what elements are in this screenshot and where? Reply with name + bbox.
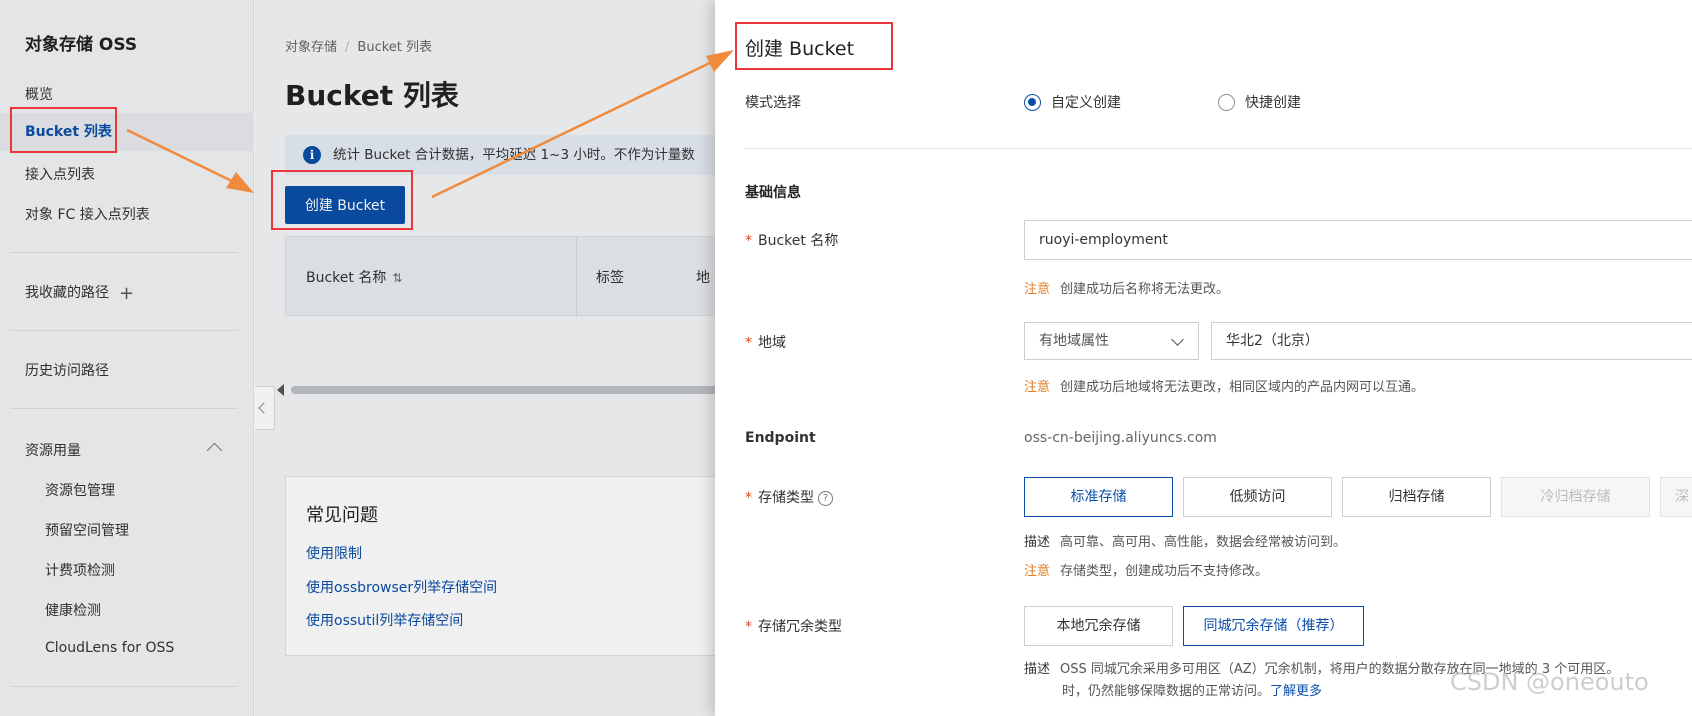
chevron-up-icon[interactable] <box>206 442 223 459</box>
redundancy-desc-line: 描述 OSS 同城冗余采用多可用区（AZ）冗余机制，将用户的数据分散存放在同一地域… <box>1024 659 1692 681</box>
collapse-sidebar-button[interactable] <box>255 386 275 430</box>
desc-tag: 描述 <box>1024 535 1051 550</box>
sort-icon[interactable]: ⇅ <box>392 271 402 285</box>
section-divider <box>745 148 1692 149</box>
column-header-name[interactable]: Bucket 名称 ⇅ <box>306 267 402 287</box>
radio-custom-create[interactable]: 自定义创建 <box>1024 92 1121 112</box>
endpoint-label: Endpoint <box>745 430 816 446</box>
sidebar-group-resources[interactable]: 资源用量 <box>25 440 81 460</box>
region-label: * 地域 <box>745 335 786 351</box>
radio-quick-create[interactable]: 快捷创建 <box>1218 92 1301 112</box>
sidebar-divider <box>10 330 238 331</box>
sidebar-item-access-points[interactable]: 接入点列表 <box>25 164 95 184</box>
chevron-down-icon <box>1171 333 1184 346</box>
redundancy-label: * 存储冗余类型 <box>745 619 842 635</box>
sidebar-item-fc-access-points[interactable]: 对象 FC 接入点列表 <box>25 204 150 224</box>
favorites-label: 我收藏的路径 <box>25 285 109 301</box>
main-content: 对象存储 / Bucket 列表 Bucket 列表 i 统计 Bucket 合计数… <box>255 0 715 716</box>
info-icon: i <box>303 146 321 164</box>
plus-icon[interactable]: + <box>119 283 134 304</box>
note-tag: 注意 <box>1024 380 1051 395</box>
storage-class-note: 注意 存储类型，创建成功后不支持修改。 <box>1024 560 1268 579</box>
note-text: 创建成功后名称将无法更改。 <box>1060 282 1230 297</box>
note-tag: 注意 <box>1024 564 1051 579</box>
radio-label: 快捷创建 <box>1245 95 1301 111</box>
breadcrumb-separator: / <box>345 40 350 55</box>
sidebar-title: 对象存储 OSS <box>25 35 138 55</box>
column-header-label: Bucket 名称 <box>306 270 387 286</box>
faq-link[interactable]: 使用限制 <box>306 543 362 563</box>
scroll-left-icon[interactable] <box>277 384 284 396</box>
sidebar-item-favorites[interactable]: 我收藏的路径 + <box>25 282 134 304</box>
create-bucket-button[interactable]: 创建 Bucket <box>285 186 405 224</box>
faq-title: 常见问题 <box>306 505 378 526</box>
desc-text: 高可靠、高可用、高性能，数据会经常被访问到。 <box>1060 535 1347 550</box>
breadcrumb-item[interactable]: 对象存储 <box>285 40 337 55</box>
sidebar-item-cloudlens[interactable]: CloudLens for OSS <box>45 640 174 656</box>
desc-text: OSS 同城冗余采用多可用区（AZ）冗余机制，将用户的数据分散存放在同一地域的 … <box>1060 662 1620 677</box>
sidebar-item-reserved-space[interactable]: 预留空间管理 <box>45 520 129 540</box>
storage-archive-button[interactable]: 归档存储 <box>1342 477 1491 517</box>
section-title-basic: 基础信息 <box>745 185 801 201</box>
desc-tag: 描述 <box>1024 662 1051 677</box>
radio-unchecked-icon <box>1218 93 1235 111</box>
note-text: 创建成功后地域将无法更改，相同区域内的产品内网可以互通。 <box>1060 380 1425 395</box>
note-text: 存储类型，创建成功后不支持修改。 <box>1060 564 1269 579</box>
sidebar-divider <box>10 408 238 409</box>
page-title: Bucket 列表 <box>285 79 459 112</box>
column-header-region: 地 <box>696 270 710 286</box>
storage-deep-archive-button: 深 <box>1660 477 1692 517</box>
column-divider <box>576 237 577 317</box>
label-text: 地域 <box>758 335 786 351</box>
redundancy-desc: 描述 OSS 同城冗余采用多可用区（AZ）冗余机制，将用户的数据分散存放在同一地域… <box>1024 659 1692 703</box>
info-banner: i 统计 Bucket 合计数据，平均延迟 1~3 小时。不作为计量数 <box>285 135 715 175</box>
faq-link[interactable]: 使用ossbrowser列举存储空间 <box>306 577 497 597</box>
faq-panel: 常见问题 使用限制 使用ossbrowser列举存储空间 使用ossutil列举… <box>285 476 715 656</box>
select-value: 有地域属性 <box>1039 333 1109 349</box>
sidebar-item-overview[interactable]: 概览 <box>25 84 53 104</box>
drawer-title: 创建 Bucket <box>745 38 855 60</box>
note-tag: 注意 <box>1024 282 1051 297</box>
horizontal-scrollbar[interactable] <box>291 386 715 394</box>
sidebar-item-history[interactable]: 历史访问路径 <box>25 360 109 380</box>
sidebar-item-resource-packages[interactable]: 资源包管理 <box>45 480 115 500</box>
breadcrumb-item: Bucket 列表 <box>357 40 433 55</box>
desc-text: 时，仍然能够保障数据的正常访问。 <box>1062 684 1271 699</box>
learn-more-link[interactable]: 了解更多 <box>1270 684 1322 699</box>
storage-standard-button[interactable]: 标准存储 <box>1024 477 1173 517</box>
create-bucket-drawer: 创建 Bucket 模式选择 自定义创建 快捷创建 基础信息 * Bucket 名… <box>715 0 1692 716</box>
breadcrumb: 对象存储 / Bucket 列表 <box>285 36 432 55</box>
redundancy-lrs-button[interactable]: 本地冗余存储 <box>1024 606 1173 646</box>
label-text: 存储冗余类型 <box>758 619 842 635</box>
region-type-select[interactable]: 有地域属性 <box>1024 322 1199 360</box>
sidebar-item-billing-check[interactable]: 计费项检测 <box>45 560 115 580</box>
storage-class-label: * 存储类型? <box>745 487 833 507</box>
bucket-name-note: 注意 创建成功后名称将无法更改。 <box>1024 278 1229 297</box>
storage-cold-archive-button: 冷归档存储 <box>1501 477 1650 517</box>
bucket-name-input[interactable] <box>1024 220 1692 260</box>
mode-label: 模式选择 <box>745 95 801 111</box>
redundancy-zrs-button[interactable]: 同城冗余存储（推荐） <box>1183 606 1364 646</box>
sidebar-item-health-check[interactable]: 健康检测 <box>45 600 101 620</box>
radio-checked-icon <box>1024 93 1041 111</box>
label-text: 存储类型 <box>758 490 814 506</box>
faq-link[interactable]: 使用ossutil列举存储空间 <box>306 610 463 630</box>
radio-label: 自定义创建 <box>1051 95 1121 111</box>
region-note: 注意 创建成功后地域将无法更改，相同区域内的产品内网可以互通。 <box>1024 376 1424 395</box>
bucket-table-header: Bucket 名称 ⇅ 标签 地 <box>285 236 715 317</box>
sidebar-divider <box>10 686 238 687</box>
endpoint-value: oss-cn-beijing.aliyuncs.com <box>1024 430 1217 446</box>
info-text: 统计 Bucket 合计数据，平均延迟 1~3 小时。不作为计量数 <box>333 147 695 163</box>
storage-ia-button[interactable]: 低频访问 <box>1183 477 1332 517</box>
help-icon[interactable]: ? <box>818 491 833 506</box>
sidebar: 对象存储 OSS 概览 Bucket 列表 接入点列表 对象 FC 接入点列表 … <box>0 0 254 716</box>
bucket-name-label: * Bucket 名称 <box>745 233 839 249</box>
region-select[interactable]: 华北2（北京） <box>1211 322 1692 360</box>
label-text: Bucket 名称 <box>758 233 839 249</box>
storage-class-desc: 描述 高可靠、高可用、高性能，数据会经常被访问到。 <box>1024 531 1346 550</box>
sidebar-divider <box>10 252 238 253</box>
column-header-tags: 标签 <box>596 270 624 286</box>
redundancy-desc-line: 时，仍然能够保障数据的正常访问。了解更多 <box>1024 681 1692 703</box>
sidebar-item-bucket-list[interactable]: Bucket 列表 <box>0 113 254 151</box>
